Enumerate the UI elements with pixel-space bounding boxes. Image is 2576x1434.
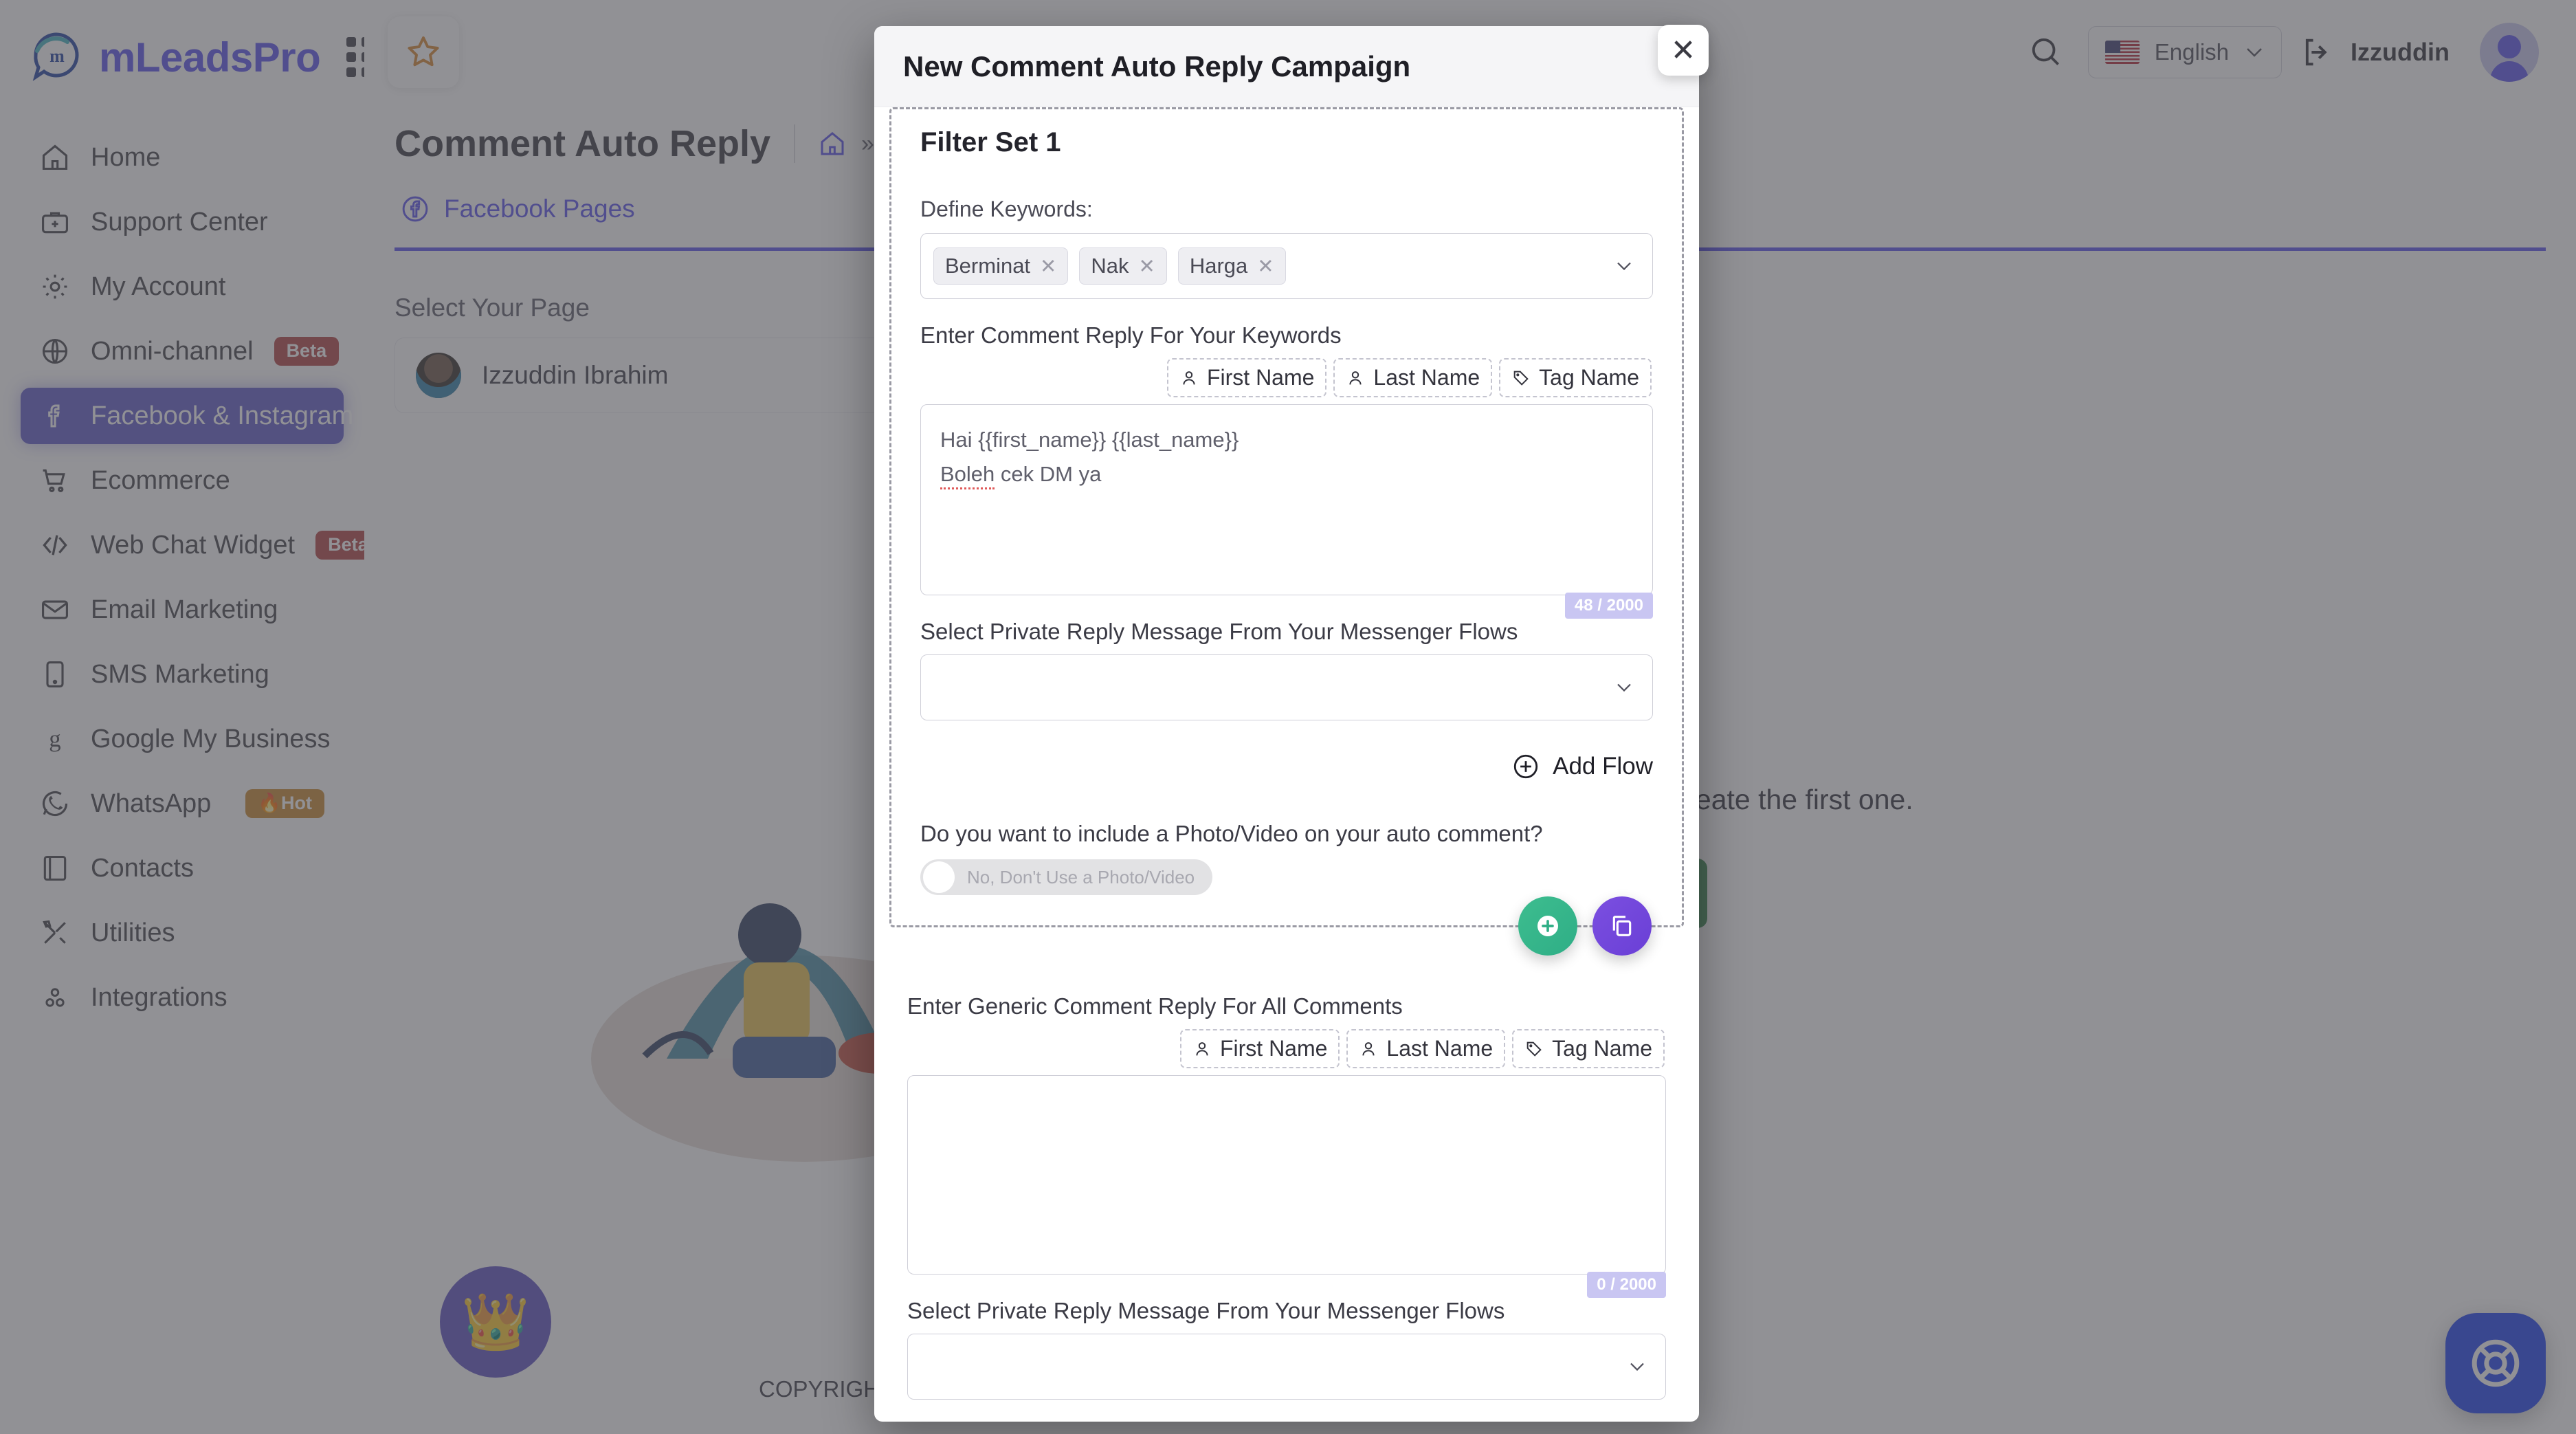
- generic-character-counter: 0 / 2000: [1587, 1272, 1666, 1298]
- add-flow-label: Add Flow: [1553, 753, 1653, 780]
- character-counter: 48 / 2000: [1564, 593, 1653, 619]
- tag-label: First Name: [1219, 1036, 1328, 1061]
- generic-reply-block: Enter Generic Comment Reply For All Comm…: [874, 993, 1699, 1422]
- insert-first-name-button[interactable]: First Name: [1166, 358, 1327, 397]
- add-filter-set-button[interactable]: [1518, 896, 1577, 956]
- duplicate-filter-set-button[interactable]: [1592, 896, 1652, 956]
- person-icon: [1179, 368, 1199, 388]
- keyword-label: Berminat: [945, 254, 1031, 278]
- messenger-flow-select[interactable]: [920, 654, 1653, 720]
- add-flow-button[interactable]: Add Flow: [920, 752, 1653, 781]
- photo-video-question: Do you want to include a Photo/Video on …: [920, 821, 1543, 846]
- chevron-down-icon[interactable]: [1614, 681, 1634, 694]
- generic-insert-first-name-button[interactable]: First Name: [1179, 1029, 1340, 1068]
- filter-set-title: Filter Set 1: [920, 127, 1061, 157]
- tag-label: Tag Name: [1552, 1036, 1652, 1061]
- modal-title: New Comment Auto Reply Campaign: [903, 49, 1411, 82]
- toggle-knob: [923, 861, 955, 893]
- keyword-reply-textarea[interactable]: Hai {{first_name}} {{last_name}} Boleh ce…: [920, 404, 1653, 595]
- tag-label: Tag Name: [1539, 365, 1639, 390]
- flow-select-label: Select Private Reply Message From Your M…: [920, 619, 1518, 644]
- generic-merge-tag-row: First Name Last Name Tag Name: [907, 1029, 1666, 1068]
- filter-set-1: Filter Set 1 Define Keywords: Berminat ✕…: [889, 107, 1684, 956]
- generic-flow-select-label: Select Private Reply Message From Your M…: [907, 1298, 1505, 1323]
- keyword-chip[interactable]: Harga ✕: [1177, 247, 1286, 285]
- generic-messenger-flow-select[interactable]: [907, 1334, 1666, 1400]
- person-icon: [1346, 368, 1365, 388]
- tag-label: Last Name: [1373, 365, 1480, 390]
- close-icon: ✕: [1670, 33, 1696, 67]
- plus-circle-icon: [1511, 752, 1540, 781]
- keyword-chip[interactable]: Nak ✕: [1079, 247, 1167, 285]
- keywords-input[interactable]: Berminat ✕ Nak ✕ Harga ✕: [920, 233, 1653, 299]
- chevron-down-icon[interactable]: [1627, 1360, 1647, 1373]
- define-keywords-label: Define Keywords:: [920, 197, 1093, 221]
- merge-tag-row: First Name Last Name Tag Name: [920, 358, 1653, 397]
- modal-body[interactable]: Filter Set 1 Define Keywords: Berminat ✕…: [874, 107, 1699, 1422]
- reply-line-2-misspelled-word: Boleh: [940, 461, 995, 489]
- modal-header: New Comment Auto Reply Campaign: [874, 26, 1699, 107]
- keyword-chip[interactable]: Berminat ✕: [933, 247, 1069, 285]
- generic-reply-textarea-wrap: 0 / 2000: [907, 1075, 1666, 1298]
- screen-root: m mLeadsPro Home Support Center: [0, 0, 2576, 1434]
- close-x-icon[interactable]: ✕: [1139, 254, 1155, 278]
- filter-set-actions: [1518, 896, 1652, 956]
- tag-label: Last Name: [1386, 1036, 1494, 1061]
- plus-circle-filled-icon: [1534, 912, 1562, 940]
- generic-insert-last-name-button[interactable]: Last Name: [1346, 1029, 1506, 1068]
- reply-line-1: Hai {{first_name}} {{last_name}}: [940, 428, 1239, 452]
- close-x-icon[interactable]: ✕: [1257, 254, 1274, 278]
- keyword-reply-textarea-wrap: Hai {{first_name}} {{last_name}} Boleh ce…: [920, 404, 1653, 619]
- tag-label: First Name: [1206, 365, 1315, 390]
- generic-reply-textarea[interactable]: [907, 1075, 1666, 1275]
- close-x-icon[interactable]: ✕: [1040, 254, 1056, 278]
- copy-icon: [1608, 912, 1636, 940]
- insert-tag-name-button[interactable]: Tag Name: [1499, 358, 1652, 397]
- new-campaign-modal: New Comment Auto Reply Campaign Filter S…: [874, 26, 1699, 1422]
- keyword-reply-label: Enter Comment Reply For Your Keywords: [920, 322, 1342, 348]
- generic-reply-label: Enter Generic Comment Reply For All Comm…: [907, 993, 1403, 1019]
- person-icon: [1359, 1039, 1378, 1059]
- reply-line-2-rest: cek DM ya: [995, 461, 1102, 486]
- tag-icon: [1524, 1039, 1544, 1059]
- keyword-label: Nak: [1091, 254, 1129, 278]
- insert-last-name-button[interactable]: Last Name: [1333, 358, 1493, 397]
- toggle-label: No, Don't Use a Photo/Video: [967, 866, 1195, 887]
- chevron-down-icon[interactable]: [1614, 260, 1634, 272]
- generic-insert-tag-name-button[interactable]: Tag Name: [1512, 1029, 1665, 1068]
- tag-icon: [1511, 368, 1531, 388]
- close-button[interactable]: ✕: [1658, 25, 1709, 76]
- photo-video-toggle[interactable]: No, Don't Use a Photo/Video: [920, 859, 1213, 895]
- person-icon: [1192, 1039, 1212, 1059]
- keyword-label: Harga: [1189, 254, 1248, 278]
